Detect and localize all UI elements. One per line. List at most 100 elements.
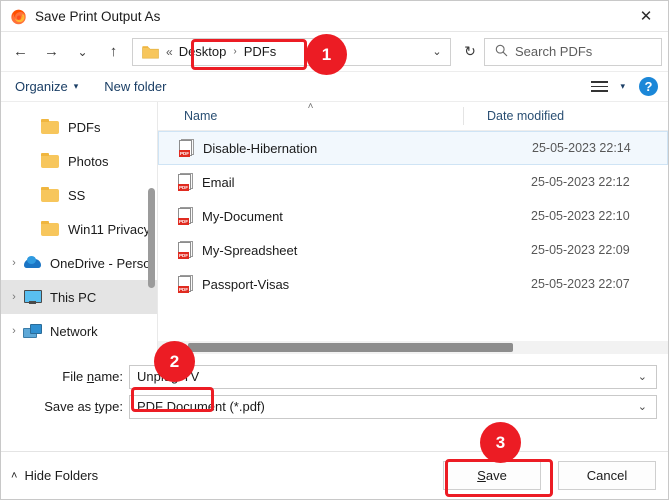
pdf-file-icon: PDF [178,242,193,259]
forward-icon[interactable]: → [36,37,67,67]
folder-icon [41,187,60,203]
file-name-label-mnemonic: n [87,369,94,384]
view-chevron-down-icon[interactable]: ▾ [620,81,625,92]
horizontal-scrollbar[interactable] [158,341,668,354]
file-name: Disable-Hibernation [203,141,508,156]
file-name-label: File name: [1,369,129,384]
file-date: 25-05-2023 22:14 [508,141,631,155]
table-row[interactable]: PDF Email 25-05-2023 22:12 [158,165,668,199]
chevron-up-icon: ˄ [11,470,17,482]
sidebar-item-this-pc[interactable]: › This PC [1,280,157,314]
table-row[interactable]: PDF My-Spreadsheet 25-05-2023 22:09 [158,233,668,267]
sidebar-item-win11-privacy[interactable]: Win11 Privacy [1,212,157,246]
file-name-label-a: File [62,369,87,384]
file-name-label-b: ame: [94,369,123,384]
sidebar-label: Network [50,324,98,339]
new-folder-button[interactable]: New folder [104,79,166,94]
folder-icon [41,221,60,237]
file-date: 25-05-2023 22:07 [507,277,630,291]
command-toolbar: Organize ▾ New folder ▾ ? [1,71,668,102]
column-header-name[interactable]: ˄ Name [158,109,463,123]
table-row[interactable]: PDF Passport-Visas 25-05-2023 22:07 [158,267,668,301]
save-button-label: ave [486,468,507,483]
up-icon[interactable]: ↑ [98,37,129,67]
sidebar-label: OneDrive - Perso [50,256,150,271]
file-date: 25-05-2023 22:12 [507,175,630,189]
dialog-body: PDFs Photos SS Win11 Privacy [1,102,668,354]
navigation-pane: PDFs Photos SS Win11 Privacy [1,102,158,354]
title-bar: Save Print Output As ✕ [1,1,668,32]
save-as-type-value: PDF Document (*.pdf) [130,399,265,414]
breadcrumb-pdfs[interactable]: PDFs [244,44,277,59]
save-as-type-select[interactable]: PDF Document (*.pdf) ⌄ [129,395,657,419]
window-title: Save Print Output As [35,9,160,24]
help-icon[interactable]: ? [639,77,658,96]
breadcrumb-desktop[interactable]: Desktop [179,44,227,59]
file-name-field[interactable]: Unplug-TV ⌄ [129,365,657,389]
horizontal-scrollbar-thumb[interactable] [188,343,513,352]
folder-icon [142,45,159,59]
chevron-right-icon[interactable]: › [5,257,23,269]
back-icon[interactable]: ← [5,37,36,67]
cancel-button[interactable]: Cancel [558,461,656,490]
file-name: Email [202,175,507,190]
chevron-down-icon[interactable]: ⌄ [638,370,656,383]
file-name: My-Spreadsheet [202,243,507,258]
sidebar-item-onedrive[interactable]: › OneDrive - Perso [1,246,157,280]
sidebar-item-pdfs[interactable]: PDFs [1,110,157,144]
path-overflow-icon[interactable]: « [166,45,173,59]
file-name: Passport-Visas [202,277,507,292]
save-as-type-row: Save as type: PDF Document (*.pdf) ⌄ [1,393,668,420]
hide-folders-button[interactable]: ˄ Hide Folders [11,468,98,483]
file-name: My-Document [202,209,507,224]
firefox-icon [10,8,27,25]
sidebar-scrollbar[interactable] [148,188,155,288]
folder-icon [41,119,60,135]
chevron-right-icon[interactable]: › [5,291,23,303]
computer-icon [23,289,42,305]
chevron-right-icon[interactable]: › [5,325,23,337]
pdf-file-icon: PDF [178,208,193,225]
pdf-file-icon: PDF [178,276,193,293]
sidebar-label: Win11 Privacy [68,222,150,237]
save-button-mnemonic: S [477,468,486,483]
address-bar[interactable]: « Desktop › PDFs ⌄ [132,38,451,66]
save-as-type-label: Save as type: [1,399,129,414]
save-dialog: Save Print Output As ✕ ← → ⌄ ↑ « Desktop… [0,0,669,500]
hide-folders-label: Hide Folders [24,468,98,483]
pdf-file-icon: PDF [179,140,194,157]
search-input[interactable]: Search PDFs [484,38,662,66]
network-icon [23,323,42,339]
table-row[interactable]: PDF My-Document 25-05-2023 22:10 [158,199,668,233]
pdf-file-icon: PDF [178,174,193,191]
save-button[interactable]: Save [443,461,541,490]
search-icon [495,44,508,60]
file-name-row: File name: Unplug-TV ⌄ [1,363,668,390]
sidebar-label: This PC [50,290,96,305]
form-area: File name: Unplug-TV ⌄ Save as type: PDF… [1,354,668,420]
close-icon[interactable]: ✕ [624,1,668,31]
sidebar-item-photos[interactable]: Photos [1,144,157,178]
sidebar-label: SS [68,188,85,203]
file-list-pane: ˄ Name Date modified PDF Disable-Hiberna… [158,102,668,354]
sidebar-item-ss[interactable]: SS [1,178,157,212]
address-history-chevron-down-icon[interactable]: ⌄ [424,45,450,58]
chevron-down-icon[interactable]: ⌄ [638,400,656,413]
organize-button[interactable]: Organize ▾ [15,79,78,94]
refresh-icon[interactable]: ↻ [456,43,484,60]
file-date: 25-05-2023 22:10 [507,209,630,223]
annotation-badge-1: 1 [306,34,347,75]
view-options-icon[interactable] [591,80,608,93]
table-row[interactable]: PDF Disable-Hibernation 25-05-2023 22:14 [158,131,668,165]
search-placeholder: Search PDFs [515,44,592,59]
recent-locations-icon[interactable]: ⌄ [67,37,98,67]
chevron-down-icon: ▾ [74,81,79,92]
save-as-type-label-a: Save as [44,399,95,414]
dialog-footer: ˄ Hide Folders Save Cancel [1,451,668,499]
sidebar-item-network[interactable]: › Network [1,314,157,348]
breadcrumb[interactable]: Desktop › PDFs [179,44,277,59]
column-header-date[interactable]: Date modified [464,109,564,123]
column-headers: ˄ Name Date modified [158,102,668,131]
toolbar-right-group: ▾ ? [591,77,658,96]
sidebar-label: Photos [68,154,108,169]
